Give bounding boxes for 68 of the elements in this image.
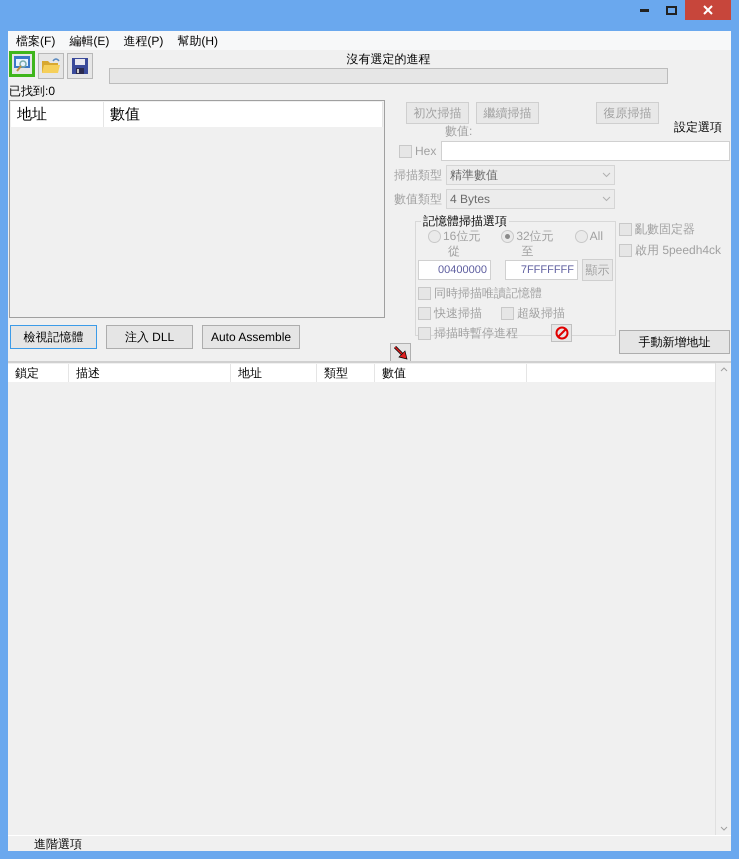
radio-button[interactable] xyxy=(428,230,441,242)
checkbox-label: Hex xyxy=(415,143,436,160)
value-input[interactable] xyxy=(441,141,730,161)
advanced-options-label[interactable]: 進階選項 xyxy=(34,834,82,852)
checkbox[interactable] xyxy=(619,244,632,256)
radio-label: 32位元 xyxy=(516,228,554,245)
prohibited-icon xyxy=(554,326,568,340)
radio-button[interactable] xyxy=(501,230,514,242)
radio-label: All xyxy=(590,228,603,245)
results-list[interactable]: 地址 數值 xyxy=(9,100,385,318)
checkbox-label: 啟用 5peedh4ck xyxy=(635,242,722,259)
minimize-icon xyxy=(640,8,649,12)
maximize-icon xyxy=(666,6,677,14)
computer-search-icon xyxy=(13,55,31,73)
checkbox[interactable] xyxy=(418,306,431,320)
dropdown-value: 精準數值 xyxy=(450,167,498,184)
radio-label: 16位元 xyxy=(443,228,480,245)
folder-icon xyxy=(41,57,61,75)
checkbox-label: 快速掃描 xyxy=(434,305,482,322)
checkbox-label: 超級掃描 xyxy=(517,305,565,322)
menu-item[interactable]: 進程(P) xyxy=(119,32,168,50)
add-address-button[interactable]: 手動新增地址 xyxy=(619,330,730,354)
menu-item[interactable]: 幫助(H) xyxy=(173,32,222,50)
start-address-field[interactable]: 00400000 xyxy=(418,260,491,280)
settings-label: 設定選項 xyxy=(674,119,722,136)
menu-item[interactable]: 檔案(F) xyxy=(12,32,60,50)
checkbox[interactable] xyxy=(501,306,514,320)
column-header[interactable]: 地址 xyxy=(11,102,104,127)
checkbox[interactable] xyxy=(418,326,431,340)
dropdown[interactable]: 4 Bytes xyxy=(446,189,615,209)
field-label: 掃描類型 xyxy=(393,167,443,184)
column-header[interactable]: 數值 xyxy=(375,364,527,382)
checkbox-label: 掃描時暫停進程 xyxy=(434,325,518,342)
action-button[interactable]: 檢視記憶體 xyxy=(10,325,97,349)
process-label: 沒有選定的進程 xyxy=(346,51,430,68)
scroll-down-icon[interactable] xyxy=(720,826,728,831)
field-label: 數值類型 xyxy=(393,191,443,208)
dropdown[interactable]: 精準數值 xyxy=(446,165,615,185)
checkbox[interactable] xyxy=(418,286,431,300)
arrow-button[interactable] xyxy=(390,343,411,362)
column-header[interactable]: 描述 xyxy=(69,364,231,382)
found-count: 已找到:0 xyxy=(8,84,56,98)
checkbox-label: 亂數固定器 xyxy=(635,221,695,238)
close-button[interactable] xyxy=(685,0,731,20)
toolbar-button[interactable] xyxy=(67,53,93,79)
action-button[interactable]: Auto Assemble xyxy=(202,325,300,349)
column-header[interactable]: 數值 xyxy=(104,102,383,127)
chevron-down-icon xyxy=(602,196,611,202)
column-header[interactable]: 地址 xyxy=(231,364,317,382)
menu-item[interactable]: 編輯(E) xyxy=(65,32,114,50)
stop-button[interactable] xyxy=(551,324,572,342)
to-label: 至 xyxy=(522,245,534,257)
chevron-down-icon xyxy=(602,172,611,178)
scroll-up-icon[interactable] xyxy=(720,367,728,372)
checkbox[interactable] xyxy=(399,144,412,158)
checkbox-label: 同時掃描唯讀記憶體 xyxy=(434,285,542,302)
column-header[interactable]: 類型 xyxy=(317,364,375,382)
radio-button[interactable] xyxy=(574,230,588,242)
value-label: 數值: xyxy=(445,123,472,140)
dropdown-value: 4 Bytes xyxy=(450,191,490,208)
action-button[interactable]: 注入 DLL xyxy=(106,325,193,349)
arrow-icon xyxy=(394,346,408,360)
close-icon xyxy=(703,5,713,15)
checkbox[interactable] xyxy=(619,222,632,236)
from-label: 從 xyxy=(448,245,460,257)
column-header[interactable]: 鎖定 xyxy=(8,364,69,382)
end-address-field[interactable]: 7FFFFFFF xyxy=(505,260,578,280)
group-title: 記憶體掃描選項 xyxy=(422,213,508,230)
